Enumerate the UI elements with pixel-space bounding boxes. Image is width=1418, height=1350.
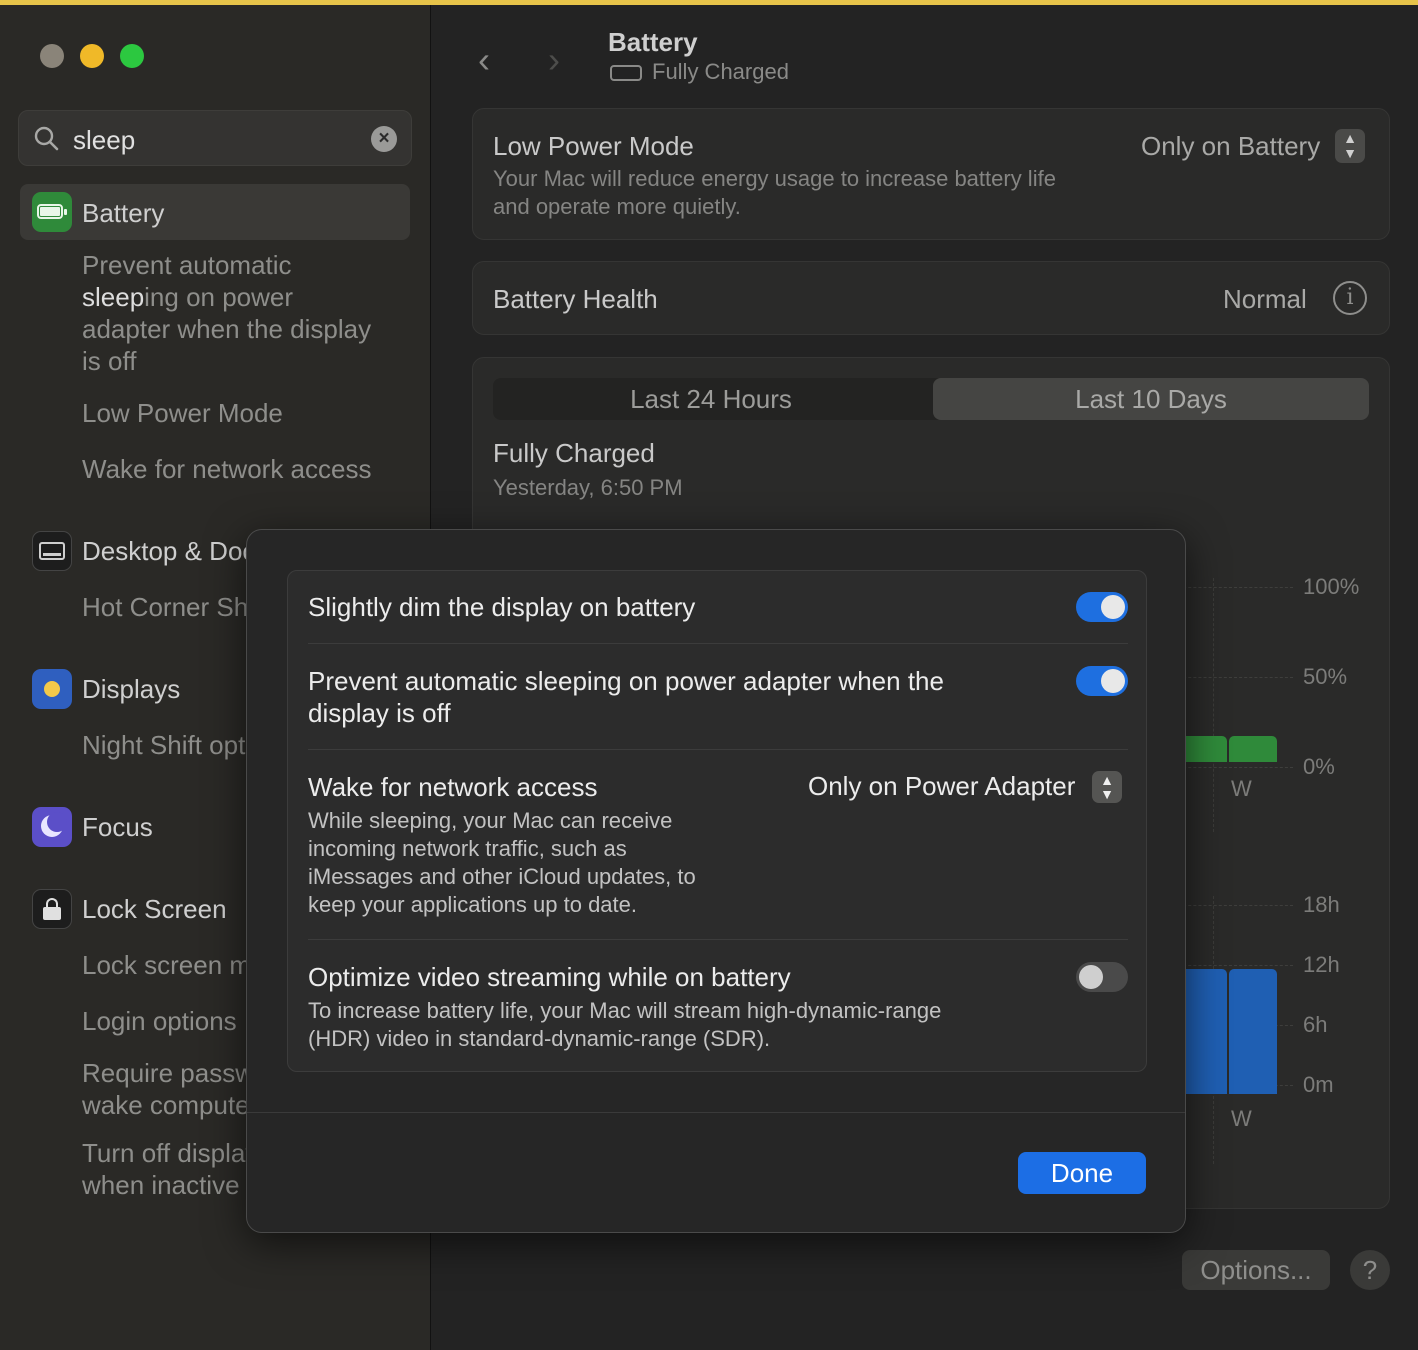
chart-gridline bbox=[1173, 587, 1293, 588]
chart-y-tick-label: 12h bbox=[1303, 952, 1340, 977]
chart-gridline bbox=[1173, 677, 1293, 678]
chart-y-tick-label: 18h bbox=[1303, 892, 1340, 917]
chart-gridline bbox=[1173, 905, 1293, 906]
search-input[interactable]: sleep bbox=[73, 125, 135, 156]
chart-y-tick-label: 100% bbox=[1303, 574, 1360, 599]
dim-display-label: Slightly dim the display on battery bbox=[308, 592, 696, 622]
wake-network-label: Wake for network access bbox=[308, 772, 598, 802]
battery-level-bar bbox=[1179, 736, 1227, 762]
tab-last-10-days[interactable]: Last 10 Days bbox=[933, 378, 1369, 420]
moon-icon bbox=[32, 807, 72, 847]
info-icon[interactable]: i bbox=[1333, 281, 1367, 315]
lock-icon bbox=[32, 889, 72, 929]
options-group: Slightly dim the display on battery Prev… bbox=[287, 570, 1147, 1072]
battery-icon bbox=[32, 192, 72, 232]
battery-health-title: Battery Health bbox=[493, 284, 658, 314]
forward-icon[interactable]: › bbox=[548, 39, 560, 81]
battery-health-value: Normal bbox=[1223, 284, 1307, 314]
low-power-desc: Your Mac will reduce energy usage to inc… bbox=[493, 166, 1056, 219]
optimize-video-toggle[interactable] bbox=[1076, 962, 1128, 992]
wake-network-desc: While sleeping, your Mac can receive inc… bbox=[308, 808, 696, 917]
popup-stepper-icon[interactable]: ▲ ▼ bbox=[1335, 129, 1365, 163]
low-power-card: Low Power Mode Your Mac will reduce ener… bbox=[472, 108, 1390, 240]
back-icon[interactable]: ‹ bbox=[478, 39, 490, 81]
time-range-segmented: Last 24 Hours Last 10 Days bbox=[493, 378, 1369, 420]
clear-search-icon[interactable]: × bbox=[371, 126, 397, 152]
page-title: Battery bbox=[608, 27, 698, 57]
dim-display-toggle[interactable] bbox=[1076, 592, 1128, 622]
battery-options-sheet: Slightly dim the display on battery Prev… bbox=[246, 529, 1186, 1233]
toggle-knob bbox=[1079, 965, 1103, 989]
zoom-window-button[interactable] bbox=[120, 44, 144, 68]
chart-x-tick-label: W bbox=[1231, 1106, 1252, 1131]
page-subtitle: Fully Charged bbox=[652, 59, 789, 84]
battery-status-icon bbox=[610, 65, 642, 81]
optimize-video-desc: To increase battery life, your Mac will … bbox=[308, 998, 942, 1051]
chart-y-tick-label: 0m bbox=[1303, 1072, 1334, 1097]
search-field[interactable]: sleep × bbox=[18, 110, 412, 166]
chart-x-tick-label: W bbox=[1231, 776, 1252, 801]
charge-status-time: Yesterday, 6:50 PM bbox=[493, 475, 683, 500]
optimize-video-label: Optimize video streaming while on batter… bbox=[308, 962, 791, 992]
chart-gridline bbox=[1173, 965, 1293, 966]
popup-stepper-icon[interactable]: ▲ ▼ bbox=[1092, 771, 1122, 803]
sheet-divider bbox=[247, 1112, 1185, 1113]
charge-status-title: Fully Charged bbox=[493, 438, 655, 468]
sidebar-item-focus[interactable]: Focus bbox=[82, 812, 153, 843]
chart-y-tick-label: 6h bbox=[1303, 1012, 1328, 1037]
divider bbox=[308, 643, 1128, 644]
chart-y-tick-label: 50% bbox=[1303, 664, 1348, 689]
desktop-dock-icon bbox=[32, 531, 72, 571]
sidebar-sub-prevent-sleeping[interactable]: Prevent automatic sleeping on power adap… bbox=[82, 249, 371, 377]
usage-bar bbox=[1179, 969, 1227, 1094]
done-button[interactable]: Done bbox=[1018, 1152, 1146, 1194]
minimize-window-button[interactable] bbox=[80, 44, 104, 68]
help-button[interactable]: ? bbox=[1350, 1250, 1390, 1290]
low-power-popup[interactable]: Only on Battery bbox=[1141, 131, 1320, 162]
divider bbox=[308, 749, 1128, 750]
sidebar-item-lock-screen[interactable]: Lock Screen bbox=[82, 894, 227, 925]
divider bbox=[308, 939, 1128, 940]
toggle-knob bbox=[1101, 669, 1125, 693]
sidebar-item-displays[interactable]: Displays bbox=[82, 674, 180, 705]
sidebar-sub-login-options[interactable]: Login options bbox=[82, 1005, 237, 1037]
chart-y-tick-label: 0% bbox=[1303, 754, 1335, 779]
options-button[interactable]: Options... bbox=[1182, 1250, 1330, 1290]
tab-last-24-hours[interactable]: Last 24 Hours bbox=[493, 378, 929, 420]
usage-bar bbox=[1229, 969, 1277, 1094]
sidebar-item-battery[interactable] bbox=[20, 184, 410, 240]
displays-icon bbox=[32, 669, 72, 709]
close-window-button[interactable] bbox=[40, 44, 64, 68]
low-power-title: Low Power Mode bbox=[493, 131, 694, 161]
chart-gridline bbox=[1173, 767, 1293, 768]
sidebar-item-label: Battery bbox=[82, 198, 165, 228]
battery-health-card: Battery Health Normal i bbox=[472, 261, 1390, 335]
sidebar-item-desktop-dock[interactable]: Desktop & Dock bbox=[82, 536, 268, 567]
chart-day-separator bbox=[1213, 578, 1214, 832]
sidebar-sub-wake-network[interactable]: Wake for network access bbox=[82, 453, 371, 485]
prevent-sleep-toggle[interactable] bbox=[1076, 666, 1128, 696]
prevent-sleep-label: Prevent automatic sleeping on power adap… bbox=[308, 666, 944, 728]
toggle-knob bbox=[1101, 595, 1125, 619]
sidebar-sub-low-power-mode[interactable]: Low Power Mode bbox=[82, 397, 283, 429]
battery-level-bar bbox=[1229, 736, 1277, 762]
search-icon bbox=[34, 126, 59, 151]
system-settings-window: sleep × Battery Prevent automatic sleepi… bbox=[0, 5, 1418, 1350]
wake-network-popup[interactable]: Only on Power Adapter bbox=[808, 771, 1075, 802]
